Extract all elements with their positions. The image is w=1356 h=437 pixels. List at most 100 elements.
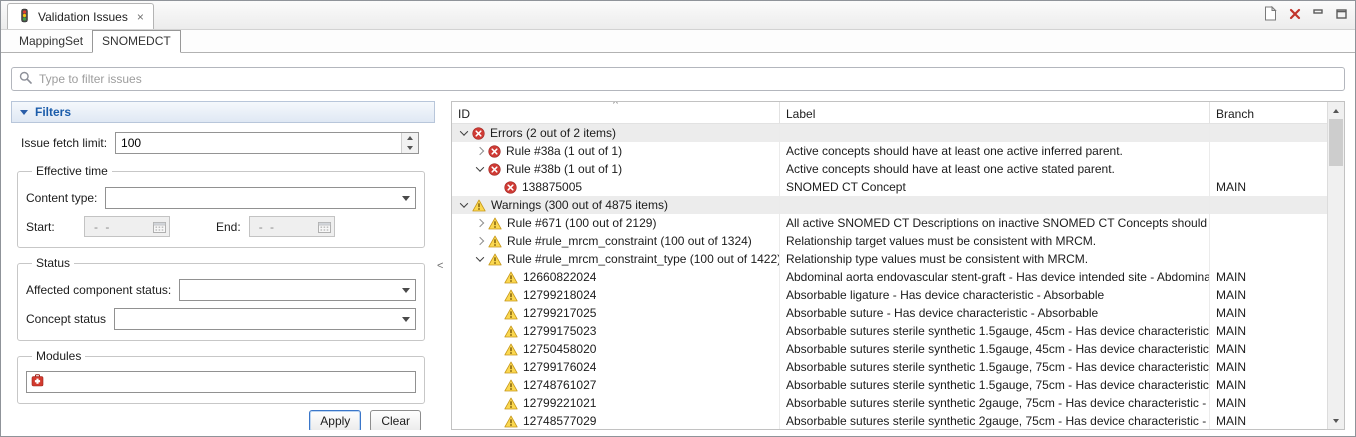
chevron-down-icon[interactable] <box>456 202 471 208</box>
issue-label: Absorbable ligature - Has device charact… <box>780 286 1210 304</box>
start-date-value: - - <box>94 220 153 234</box>
module-icon <box>31 374 44 390</box>
close-tab-icon[interactable]: × <box>137 11 144 23</box>
apply-button[interactable]: Apply <box>309 410 361 430</box>
filters-section-header[interactable]: Filters <box>11 101 435 123</box>
column-header-label[interactable]: Label <box>780 102 1210 123</box>
tab-mappingset[interactable]: MappingSet <box>10 31 92 52</box>
table-row[interactable]: 12748577029Absorbable sutures sterile sy… <box>452 412 1327 429</box>
view-tab-title: Validation Issues <box>38 10 128 24</box>
calendar-icon[interactable] <box>153 221 166 233</box>
content-type-label: Content type: <box>26 191 97 205</box>
table-row[interactable]: 12799218024Absorbable ligature - Has dev… <box>452 286 1327 304</box>
issue-branch: MAIN <box>1210 394 1327 412</box>
start-date-input[interactable]: - - <box>84 216 170 237</box>
issue-branch <box>1210 142 1327 160</box>
table-header: ID ^ Label Branch <box>452 102 1327 124</box>
calendar-icon[interactable] <box>318 221 331 233</box>
report-page-icon[interactable] <box>1263 6 1277 21</box>
table-row[interactable]: Rule #38a (1 out of 1)Active concepts sh… <box>452 142 1327 160</box>
content-type-select[interactable] <box>105 187 416 209</box>
chevron-right-icon[interactable] <box>472 220 487 226</box>
chevron-down-icon[interactable] <box>456 130 471 136</box>
table-row[interactable]: 12750458020Absorbable sutures sterile sy… <box>452 340 1327 358</box>
issue-id: 12799176024 <box>523 360 596 374</box>
affected-component-row: Affected component status: <box>26 279 416 301</box>
table-row[interactable]: Rule #671 (100 out of 2129)All active SN… <box>452 214 1327 232</box>
issue-fetch-limit-input[interactable] <box>116 133 401 153</box>
table-row[interactable]: Warnings (300 out of 4875 items) <box>452 196 1327 214</box>
maximize-icon[interactable] <box>1336 9 1347 19</box>
error-icon <box>488 163 501 176</box>
error-icon <box>488 145 501 158</box>
warning-icon <box>488 235 502 248</box>
table-row[interactable]: 138875005SNOMED CT ConceptMAIN <box>452 178 1327 196</box>
scrollbar-thumb[interactable] <box>1329 119 1343 166</box>
spinner-up-icon[interactable] <box>402 133 418 143</box>
warning-icon <box>488 253 502 266</box>
search-icon <box>19 71 32 87</box>
filter-issues-input[interactable] <box>39 72 1337 86</box>
panel-sash[interactable]: < <box>435 101 451 430</box>
table-row[interactable]: 12799175023Absorbable sutures sterile sy… <box>452 322 1327 340</box>
issue-id: Errors (2 out of 2 items) <box>490 126 616 140</box>
issue-label <box>780 196 1210 214</box>
table-row[interactable]: 12660822024Abdominal aorta endovascular … <box>452 268 1327 286</box>
table-row[interactable]: Errors (2 out of 2 items) <box>452 124 1327 142</box>
table-row[interactable]: Rule #rule_mrcm_constraint (100 out of 1… <box>452 232 1327 250</box>
warning-icon <box>488 217 502 230</box>
minimize-icon[interactable] <box>1313 9 1324 19</box>
warning-icon <box>504 415 518 428</box>
date-range-row: Start: - - End: - - <box>26 216 416 237</box>
issue-fetch-limit-label: Issue fetch limit: <box>21 136 107 150</box>
issue-label: Absorbable sutures sterile synthetic 2ga… <box>780 394 1210 412</box>
concept-status-row: Concept status <box>26 308 416 330</box>
modules-input[interactable] <box>49 375 411 389</box>
affected-component-select[interactable] <box>179 279 416 301</box>
chevron-down-icon[interactable] <box>472 166 487 172</box>
table-row[interactable]: Rule #rule_mrcm_constraint_type (100 out… <box>452 250 1327 268</box>
start-date-label: Start: <box>26 220 76 234</box>
scrollbar-track[interactable] <box>1328 119 1344 412</box>
table-body: Errors (2 out of 2 items) Rule #38a (1 ou… <box>452 124 1327 429</box>
scroll-down-icon[interactable] <box>1328 412 1344 429</box>
warning-icon <box>504 379 518 392</box>
issue-branch: MAIN <box>1210 178 1327 196</box>
table-row[interactable]: 12799176024Absorbable sutures sterile sy… <box>452 358 1327 376</box>
clear-issues-icon[interactable] <box>1289 8 1301 20</box>
warning-icon <box>504 307 518 320</box>
end-date-input[interactable]: - - <box>249 216 335 237</box>
chevron-right-icon[interactable] <box>472 148 487 154</box>
scroll-up-icon[interactable] <box>1328 102 1344 119</box>
end-date-label: End: <box>216 220 241 234</box>
issue-label: Active concepts should have at least one… <box>780 142 1210 160</box>
filters-panel: Filters Issue fetch limit: Effective tim… <box>11 101 435 430</box>
content-area: Filters Issue fetch limit: Effective tim… <box>1 53 1355 436</box>
issue-id: 12799175023 <box>523 324 596 338</box>
concept-status-select[interactable] <box>114 308 416 330</box>
issue-id: Rule #38b (1 out of 1) <box>506 162 622 176</box>
spinner-down-icon[interactable] <box>402 143 418 153</box>
issue-id: Rule #rule_mrcm_constraint_type (100 out… <box>507 252 779 266</box>
table-row[interactable]: 12799221021Absorbable sutures sterile sy… <box>452 394 1327 412</box>
filter-issues-box <box>11 67 1345 91</box>
issue-id: 12748577029 <box>523 414 596 428</box>
table-row[interactable]: Rule #38b (1 out of 1)Active concepts sh… <box>452 160 1327 178</box>
clear-button[interactable]: Clear <box>370 410 421 430</box>
collapse-panel-icon[interactable]: < <box>435 260 443 272</box>
warning-icon <box>504 271 518 284</box>
column-header-id[interactable]: ID ^ <box>452 102 780 123</box>
chevron-right-icon[interactable] <box>472 238 487 244</box>
tab-validation-issues[interactable]: Validation Issues × <box>7 3 154 29</box>
issue-branch <box>1210 196 1327 214</box>
issue-branch: MAIN <box>1210 286 1327 304</box>
filters-title: Filters <box>35 105 71 119</box>
table-row[interactable]: 12799217025Absorbable suture - Has devic… <box>452 304 1327 322</box>
end-date-value: - - <box>259 220 318 234</box>
table-row[interactable]: 12748761027Absorbable sutures sterile sy… <box>452 376 1327 394</box>
column-header-branch[interactable]: Branch <box>1210 102 1327 123</box>
chevron-down-icon[interactable] <box>472 256 487 262</box>
issue-id: 12750458020 <box>523 342 596 356</box>
issue-label: Absorbable suture - Has device character… <box>780 304 1210 322</box>
tab-snomedct[interactable]: SNOMEDCT <box>92 30 181 53</box>
